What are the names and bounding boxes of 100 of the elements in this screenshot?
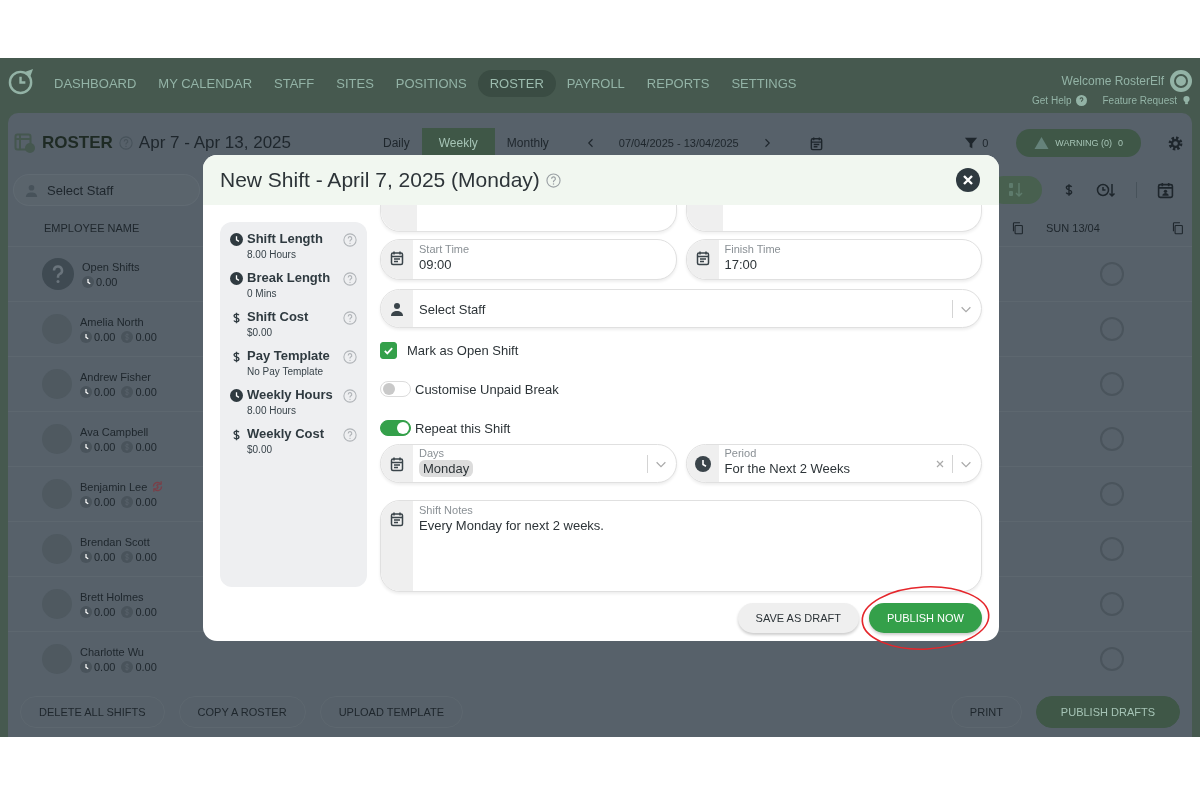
nav-item[interactable]: ROSTER (477, 70, 556, 97)
help-icon[interactable] (343, 389, 357, 403)
clock-icon (80, 385, 92, 398)
warning-count: 0 (1118, 138, 1123, 148)
publish-button[interactable]: PUBLISH NOW (869, 603, 982, 633)
clock-icon (80, 550, 92, 563)
employee-name[interactable]: Andrew Fisher (80, 370, 151, 383)
summary-label: Weekly Hours (247, 387, 334, 402)
view-tab[interactable]: Monthly (494, 128, 561, 158)
summary-value: 0 Mins (247, 288, 278, 299)
clock-icon (82, 275, 94, 288)
settings-icon[interactable] (1167, 134, 1184, 152)
finish-time-field[interactable]: Finish Time 17:00 (685, 239, 982, 280)
cost-value: 0.00 (135, 660, 157, 673)
draft-button[interactable]: SAVE AS DRAFT (737, 603, 859, 633)
days-select[interactable]: Days Monday (380, 444, 677, 483)
footer-button[interactable]: UPLOAD TEMPLATE (319, 695, 463, 728)
help-icon[interactable] (343, 350, 357, 364)
help-icon[interactable] (343, 311, 357, 325)
employee-name[interactable]: Amelia North (80, 315, 144, 328)
clock-icon (80, 330, 92, 343)
summary-label: Weekly Cost (247, 426, 326, 441)
cost-value: 0.00 (135, 605, 157, 618)
hours-value: 0.00 (94, 385, 116, 398)
summary-value: $0.00 (247, 327, 274, 338)
employee-name[interactable]: Open Shifts (82, 260, 140, 273)
day-tag: Monday (419, 460, 474, 477)
nav-item[interactable]: DASHBOARD (43, 70, 148, 97)
toggle-label: Repeat this Shift (415, 420, 511, 436)
view-tab[interactable]: Daily (371, 128, 422, 158)
input-field[interactable] (685, 205, 982, 232)
filter-icon[interactable] (964, 136, 979, 150)
copy-icon[interactable] (1171, 221, 1184, 235)
close-icon[interactable] (956, 168, 980, 192)
employee-name[interactable]: Benjamin Lee (80, 480, 148, 493)
cost-value: 0.00 (135, 385, 157, 398)
input-field[interactable] (380, 205, 677, 232)
footer-button[interactable]: PUBLISH DRAFTS (1035, 695, 1180, 728)
cost-value: 0.00 (135, 550, 157, 563)
summary-value: 8.00 Hours (247, 249, 297, 260)
help-icon[interactable] (343, 233, 357, 247)
period-select[interactable]: Period For the Next 2 Weeks (685, 444, 982, 483)
help-link[interactable]: Get Help (1032, 94, 1072, 106)
dialog-title: New Shift - April 7, 2025 (Monday) (220, 168, 540, 192)
toggle-label: Customise Unpaid Break (415, 381, 559, 397)
start-time-field[interactable]: Start Time 09:00 (380, 239, 677, 280)
summary-label: Shift Length (247, 231, 324, 246)
field-label: Days (419, 447, 446, 459)
nav-item[interactable]: POSITIONS (384, 70, 478, 97)
avatar-icon[interactable] (1170, 70, 1192, 92)
page-title: ROSTER (42, 133, 113, 153)
nav-item[interactable]: PAYROLL (555, 70, 636, 97)
nav-item[interactable]: SETTINGS (720, 70, 808, 97)
toggle-switch[interactable] (380, 420, 411, 436)
roster-icon (14, 132, 36, 154)
checkbox[interactable] (380, 341, 397, 359)
sort-az-icon (1007, 182, 1025, 198)
calendar-icon[interactable] (808, 135, 824, 151)
help-link[interactable]: Feature Request (1102, 94, 1177, 106)
nav-item[interactable]: SITES (325, 70, 385, 97)
warning-button[interactable]: WARNING (0) 0 (1016, 129, 1141, 157)
clock-icon (80, 496, 92, 508)
hours-value: 0.00 (94, 605, 116, 618)
summary-value: No Pay Template (247, 366, 324, 377)
footer-button[interactable]: COPY A ROSTER (178, 695, 306, 728)
clock-icon (80, 440, 92, 453)
clock-icon (230, 233, 243, 246)
nav-item[interactable]: REPORTS (635, 70, 721, 97)
nav-item[interactable]: STAFF (263, 70, 326, 97)
employee-name[interactable]: Ava Campbell (80, 425, 149, 438)
hours-value: 0.00 (96, 275, 118, 288)
calendar-icon (389, 250, 405, 266)
notes-icon (389, 511, 405, 527)
question-avatar-icon (42, 258, 74, 290)
view-tab[interactable]: Weekly (421, 128, 495, 158)
copy-icon[interactable] (1011, 221, 1024, 235)
warning-icon (1034, 136, 1050, 150)
footer-button[interactable]: PRINT (950, 695, 1022, 728)
employee-name[interactable]: Brendan Scott (80, 535, 150, 548)
employee-name[interactable]: Brett Holmes (80, 590, 144, 603)
help-icon[interactable] (545, 172, 561, 188)
logo-icon[interactable] (8, 68, 35, 95)
help-icon[interactable] (343, 272, 357, 286)
field-label: Start Time (419, 243, 471, 255)
employee-name[interactable]: Charlotte Wu (80, 645, 144, 658)
cost-value: 0.00 (135, 440, 157, 453)
field-label: Finish Time (724, 243, 782, 255)
staff-select[interactable]: Select Staff (14, 175, 199, 205)
summary-label: Pay Template (247, 348, 331, 363)
calendar-person-icon[interactable] (1157, 181, 1174, 199)
hours-value: 0.00 (94, 550, 116, 563)
nav-item[interactable]: MY CALENDAR (147, 70, 264, 97)
column-header: EMPLOYEE NAME (44, 222, 140, 234)
clock-icon (230, 272, 243, 285)
staff-select[interactable]: Select Staff (380, 289, 982, 328)
warning-label: WARNING (0) (1055, 138, 1112, 148)
footer-button[interactable]: DELETE ALL SHIFTS (20, 695, 165, 728)
notes-field[interactable]: Shift Notes Every Monday for next 2 weeks. (380, 500, 982, 592)
help-icon[interactable] (343, 428, 357, 442)
clock-sort-icon[interactable] (1096, 182, 1116, 198)
